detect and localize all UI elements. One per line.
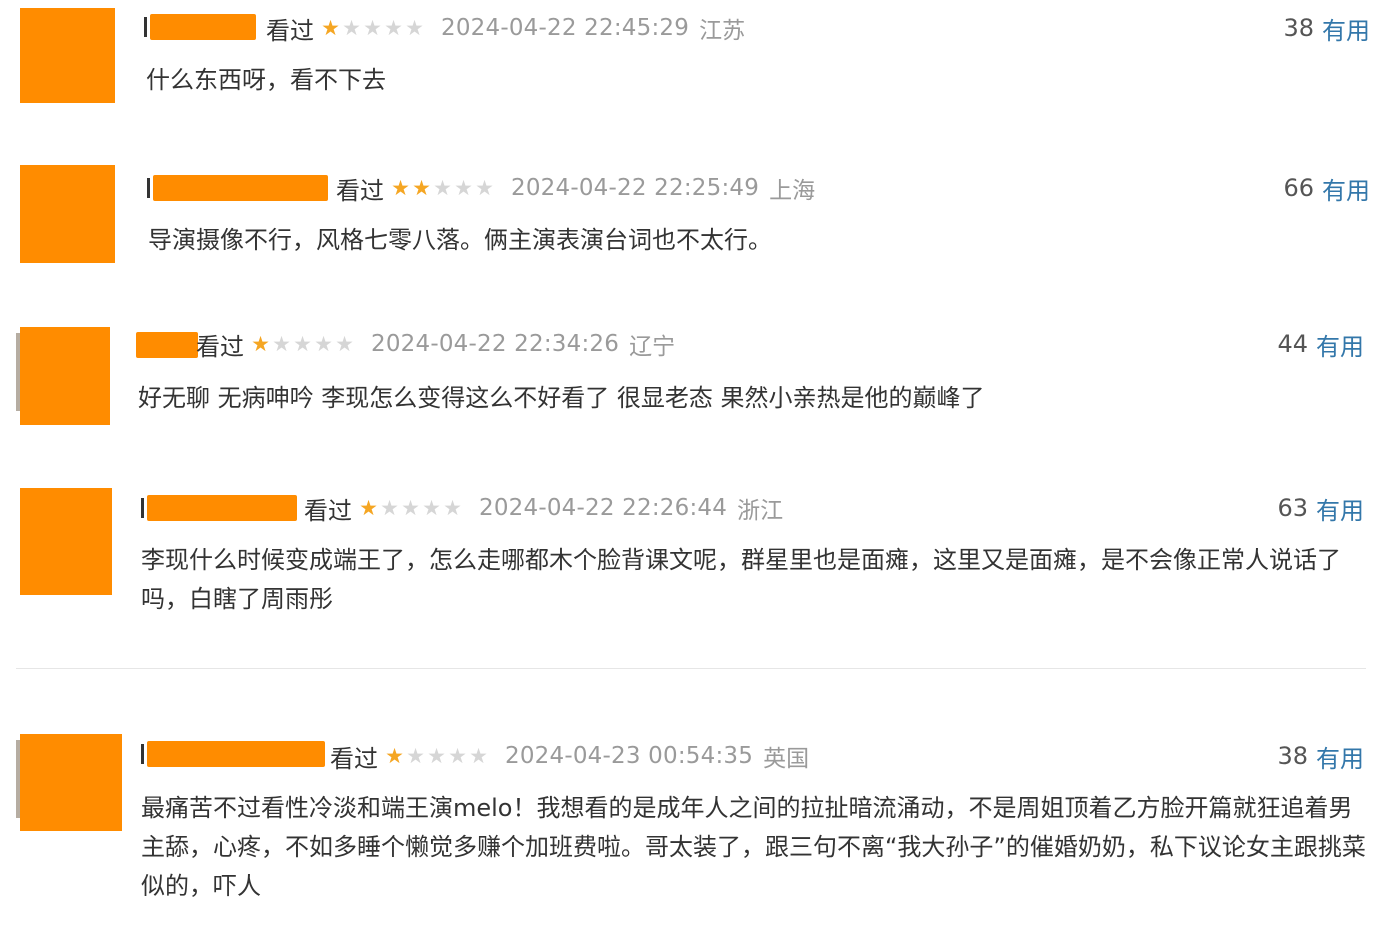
comment-location: 英国 bbox=[763, 746, 810, 772]
rating-stars: ★ ★ ★ ★ ★ bbox=[390, 175, 495, 200]
star-filled-icon: ★ bbox=[321, 15, 340, 40]
star-filled-icon: ★ bbox=[391, 175, 410, 200]
star-empty-icon: ★ bbox=[427, 743, 446, 768]
comment-location: 浙江 bbox=[737, 498, 784, 524]
useful-vote[interactable]: 38 有用 bbox=[1283, 11, 1370, 45]
comment-meta: 看过 ★ ★ ★ ★ ★ 2024-04-22 22:25:49 上海 bbox=[336, 171, 815, 205]
comment-time: 2024-04-23 00:54:35 bbox=[505, 743, 754, 769]
rating-stars: ★ ★ ★ ★ ★ bbox=[358, 495, 463, 520]
star-filled-icon: ★ bbox=[385, 743, 404, 768]
star-filled-icon: ★ bbox=[412, 175, 431, 200]
rating-stars: ★ ★ ★ ★ ★ bbox=[250, 331, 355, 356]
rating-stars: ★ ★ ★ ★ ★ bbox=[384, 743, 489, 768]
useful-button[interactable]: 有用 bbox=[1322, 171, 1370, 206]
section-divider bbox=[16, 668, 1366, 669]
username-redacted[interactable] bbox=[144, 14, 256, 40]
avatar[interactable] bbox=[20, 165, 115, 263]
comment-meta: 看过 ★ ★ ★ ★ ★ 2024-04-22 22:26:44 浙江 bbox=[304, 491, 783, 525]
watch-status: 看过 bbox=[330, 744, 378, 773]
comment-text: 导演摄像不行，风格七零八落。俩主演表演台词也不太行。 bbox=[148, 226, 772, 254]
username-edge bbox=[141, 498, 144, 518]
watch-status: 看过 bbox=[266, 16, 314, 45]
vote-count: 38 bbox=[1277, 742, 1308, 770]
star-empty-icon: ★ bbox=[475, 175, 494, 200]
comment-location: 江苏 bbox=[699, 18, 746, 44]
useful-button[interactable]: 有用 bbox=[1316, 491, 1364, 526]
avatar[interactable] bbox=[20, 488, 112, 595]
avatar-shade bbox=[16, 740, 20, 818]
star-empty-icon: ★ bbox=[363, 15, 382, 40]
star-empty-icon: ★ bbox=[293, 331, 312, 356]
username-redacted[interactable] bbox=[141, 741, 325, 767]
comment-text: 好无聊 无病呻吟 李现怎么变得这么不好看了 很显老态 果然小亲热是他的巅峰了 bbox=[138, 384, 985, 412]
watch-status: 看过 bbox=[196, 332, 244, 361]
comment-time: 2024-04-22 22:34:26 bbox=[371, 331, 620, 357]
comment-meta: 看过 ★ ★ ★ ★ ★ 2024-04-22 22:45:29 江苏 bbox=[266, 11, 745, 45]
avatar[interactable] bbox=[20, 8, 115, 103]
star-empty-icon: ★ bbox=[433, 175, 452, 200]
useful-button[interactable]: 有用 bbox=[1316, 739, 1364, 774]
comment-text: 李现什么时候变成端王了，怎么走哪都木个脸背课文呢，群星里也是面瘫，这里又是面瘫，… bbox=[141, 546, 1341, 613]
username-redacted[interactable] bbox=[136, 332, 198, 358]
comment-time: 2024-04-22 22:25:49 bbox=[511, 175, 760, 201]
comment-time: 2024-04-22 22:45:29 bbox=[441, 15, 690, 41]
useful-vote[interactable]: 63 有用 bbox=[1277, 491, 1364, 525]
star-empty-icon: ★ bbox=[454, 175, 473, 200]
vote-count: 44 bbox=[1277, 330, 1308, 358]
vote-count: 38 bbox=[1283, 14, 1314, 42]
watch-status: 看过 bbox=[304, 496, 352, 525]
comment-text: 什么东西呀，看不下去 bbox=[146, 66, 386, 94]
star-empty-icon: ★ bbox=[384, 15, 403, 40]
vote-count: 63 bbox=[1277, 494, 1308, 522]
comment-location: 上海 bbox=[769, 178, 816, 204]
comment-location: 辽宁 bbox=[629, 334, 676, 360]
comment-meta: 看过 ★ ★ ★ ★ ★ 2024-04-22 22:34:26 辽宁 bbox=[196, 327, 675, 361]
star-empty-icon: ★ bbox=[443, 495, 462, 520]
username-edge bbox=[144, 17, 147, 37]
comment-meta: 看过 ★ ★ ★ ★ ★ 2024-04-23 00:54:35 英国 bbox=[330, 739, 809, 773]
avatar-shade bbox=[16, 333, 20, 412]
star-empty-icon: ★ bbox=[272, 331, 291, 356]
rating-stars: ★ ★ ★ ★ ★ bbox=[320, 15, 425, 40]
star-filled-icon: ★ bbox=[359, 495, 378, 520]
star-empty-icon: ★ bbox=[422, 495, 441, 520]
star-empty-icon: ★ bbox=[448, 743, 467, 768]
useful-vote[interactable]: 38 有用 bbox=[1277, 739, 1364, 773]
star-empty-icon: ★ bbox=[380, 495, 399, 520]
star-empty-icon: ★ bbox=[405, 15, 424, 40]
star-empty-icon: ★ bbox=[469, 743, 488, 768]
useful-vote[interactable]: 66 有用 bbox=[1283, 171, 1370, 205]
comment-time: 2024-04-22 22:26:44 bbox=[479, 495, 728, 521]
star-filled-icon: ★ bbox=[251, 331, 270, 356]
comment-text: 最痛苦不过看性冷淡和端王演melo！我想看的是成年人之间的拉扯暗流涌动，不是周姐… bbox=[141, 794, 1366, 900]
avatar[interactable] bbox=[16, 734, 122, 831]
username-edge bbox=[147, 178, 150, 198]
username-redacted[interactable] bbox=[147, 175, 328, 201]
useful-vote[interactable]: 44 有用 bbox=[1277, 327, 1364, 361]
star-empty-icon: ★ bbox=[335, 331, 354, 356]
vote-count: 66 bbox=[1283, 174, 1314, 202]
star-empty-icon: ★ bbox=[406, 743, 425, 768]
useful-button[interactable]: 有用 bbox=[1316, 327, 1364, 362]
star-empty-icon: ★ bbox=[401, 495, 420, 520]
star-empty-icon: ★ bbox=[342, 15, 361, 40]
username-redacted[interactable] bbox=[141, 495, 297, 521]
avatar[interactable] bbox=[16, 327, 110, 425]
useful-button[interactable]: 有用 bbox=[1322, 11, 1370, 46]
star-empty-icon: ★ bbox=[314, 331, 333, 356]
username-edge bbox=[141, 744, 144, 764]
watch-status: 看过 bbox=[336, 176, 384, 205]
